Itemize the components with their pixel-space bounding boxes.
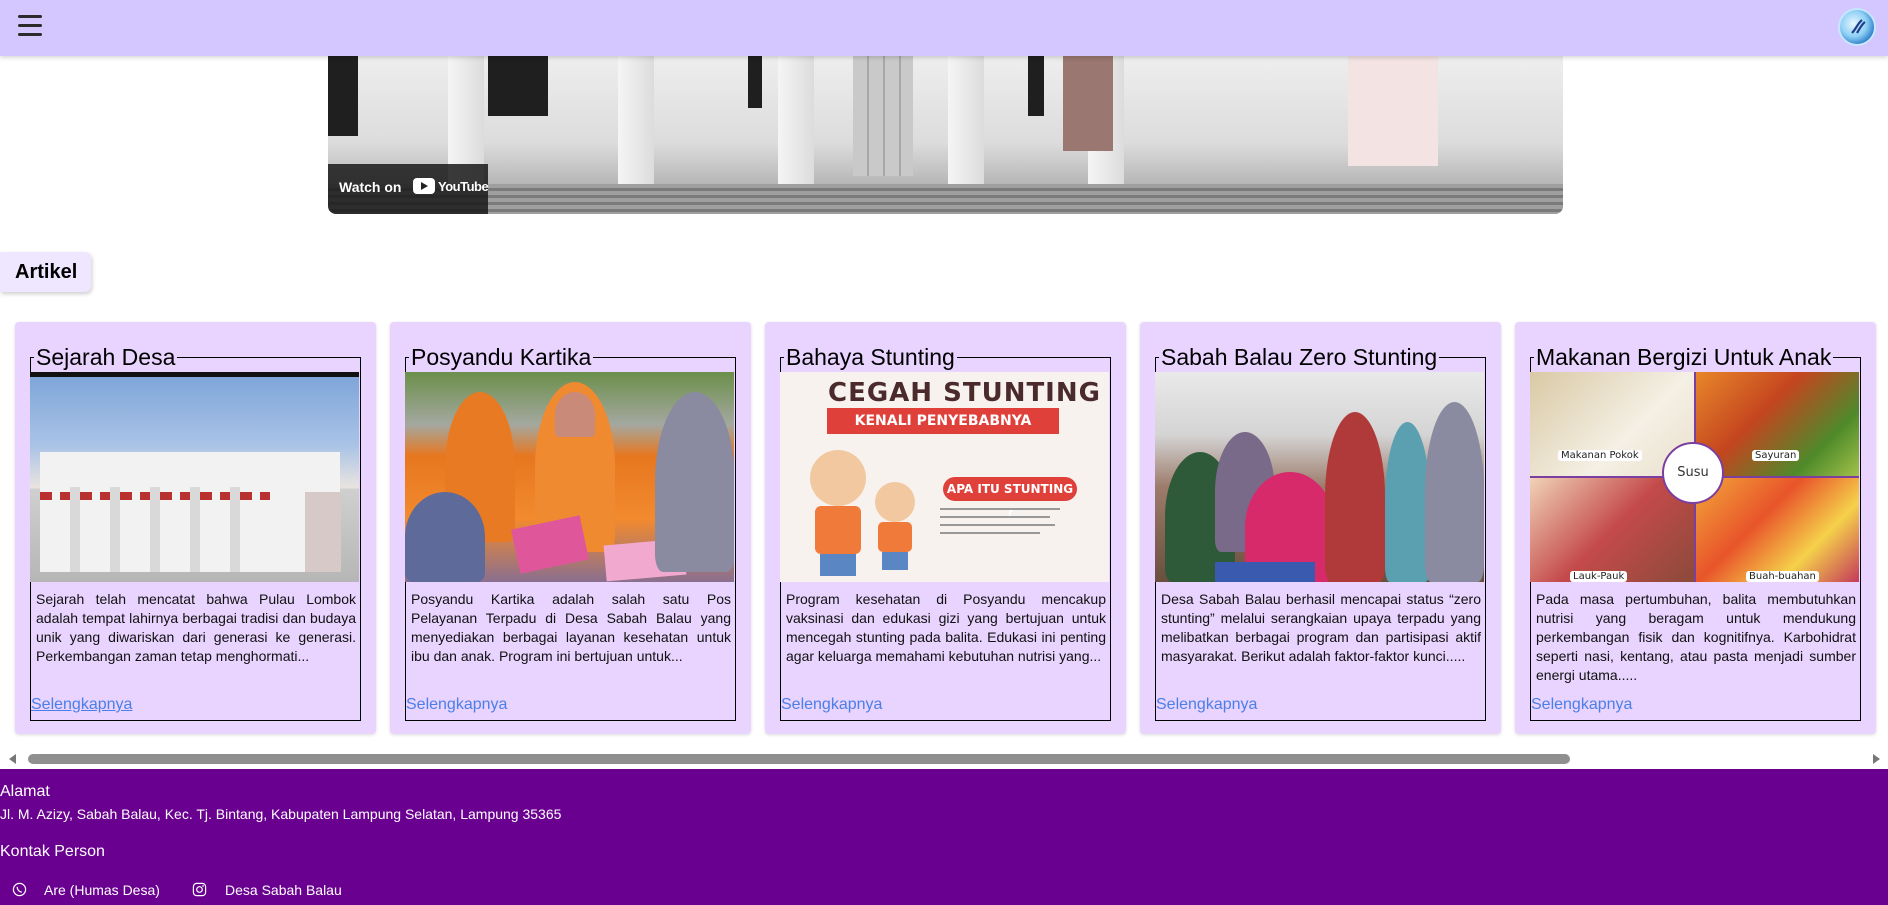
address-text: Jl. M. Azizy, Sabah Balau, Kec. Tj. Bint… (0, 806, 562, 822)
article-card: Sabah Balau Zero Stunting Desa Sabah Bal… (1140, 322, 1501, 734)
article-excerpt: Desa Sabah Balau berhasil mencapai statu… (1161, 591, 1481, 664)
video-frame-poster (1063, 56, 1113, 151)
scroll-left-arrow-icon[interactable] (9, 754, 16, 764)
section-title-artikel: Artikel (0, 252, 91, 292)
video-frame-window (328, 56, 358, 136)
poster-banner: KENALI PENYEBABNYA (827, 408, 1059, 434)
food-chart-label: Buah-buahan (1746, 571, 1819, 582)
top-navbar (0, 0, 1888, 56)
article-card: Sejarah Desa Sejarah telah mencatat bahw… (15, 322, 376, 734)
article-image-community-meeting (1155, 372, 1484, 582)
youtube-play-icon (413, 178, 435, 194)
contact-heading: Kontak Person (0, 843, 105, 860)
scrollbar-thumb[interactable] (28, 754, 1570, 764)
video-frame-column (948, 56, 984, 186)
video-frame-column (778, 56, 814, 186)
article-title: Sabah Balau Zero Stunting (1161, 344, 1438, 370)
article-title: Sejarah Desa (36, 344, 176, 370)
article-excerpt: Program kesehatan di Posyandu mencakup v… (786, 591, 1106, 664)
instagram-contact-label[interactable]: Desa Sabah Balau (225, 882, 342, 898)
video-frame-window (1028, 56, 1044, 116)
video-frame-column (618, 56, 654, 186)
food-chart-label: Sayuran (1752, 450, 1800, 461)
youtube-video-embed[interactable]: Watch on YouTube (328, 56, 1563, 214)
read-more-link[interactable]: Selengkapnya (781, 696, 882, 714)
article-card: Bahaya Stunting CEGAH STUNTING KENALI PE… (765, 322, 1126, 734)
read-more-link[interactable]: Selengkapnya (31, 696, 132, 714)
hamburger-menu-icon[interactable] (18, 15, 42, 39)
read-more-link[interactable]: Selengkapnya (406, 696, 507, 714)
article-image-posyandu (405, 372, 734, 582)
article-image-nutrition-chart: Susu Makanan Pokok Sayuran Lauk-Pauk Bua… (1530, 372, 1859, 582)
horizontal-scrollbar[interactable] (0, 749, 1888, 769)
article-image-village-hall (30, 372, 359, 582)
footer: Alamat Jl. M. Azizy, Sabah Balau, Kec. T… (0, 769, 1888, 905)
address-heading: Alamat (0, 783, 50, 800)
food-chart-label: Makanan Pokok (1558, 450, 1642, 461)
article-excerpt: Sejarah telah mencatat bahwa Pulau Lombo… (36, 591, 356, 664)
poster-pill: APA ITU STUNTING ? (943, 477, 1077, 520)
scroll-right-arrow-icon[interactable] (1873, 754, 1880, 764)
poster-headline: CEGAH STUNTING (828, 378, 1101, 408)
article-carousel[interactable]: Sejarah Desa Sejarah telah mencatat bahw… (0, 320, 1888, 740)
video-frame-window (748, 56, 762, 108)
article-excerpt: Pada masa pertumbuhan, balita membutuhka… (1536, 591, 1856, 683)
video-frame-door (853, 56, 913, 176)
read-more-link[interactable]: Selengkapnya (1156, 696, 1257, 714)
video-frame-window (488, 56, 548, 116)
youtube-wordmark: YouTube (438, 179, 489, 194)
video-frame-banner (1348, 56, 1438, 166)
article-card: Makanan Bergizi Untuk Anak Susu Makanan … (1515, 322, 1876, 734)
instagram-icon (192, 882, 207, 897)
watch-on-youtube-button[interactable]: Watch on YouTube (328, 164, 489, 214)
article-title: Makanan Bergizi Untuk Anak (1536, 344, 1832, 370)
read-more-link[interactable]: Selengkapnya (1531, 696, 1632, 714)
watch-on-label: Watch on (339, 179, 402, 195)
article-image-cegah-stunting: CEGAH STUNTING KENALI PENYEBABNYA APA IT… (780, 372, 1109, 582)
village-logo-icon[interactable] (1838, 8, 1876, 46)
video-frame-steps (328, 184, 1563, 214)
article-title: Posyandu Kartika (411, 344, 592, 370)
article-card: Posyandu Kartika Posyandu Kartika adalah… (390, 322, 751, 734)
food-chart-label: Lauk-Pauk (1570, 571, 1628, 582)
article-excerpt: Posyandu Kartika adalah salah satu Pos P… (411, 591, 731, 664)
phone-contact-label[interactable]: Are (Humas Desa) (44, 882, 160, 898)
whatsapp-icon (12, 882, 27, 897)
food-chart-center-label: Susu (1662, 442, 1724, 504)
article-title: Bahaya Stunting (786, 344, 955, 370)
